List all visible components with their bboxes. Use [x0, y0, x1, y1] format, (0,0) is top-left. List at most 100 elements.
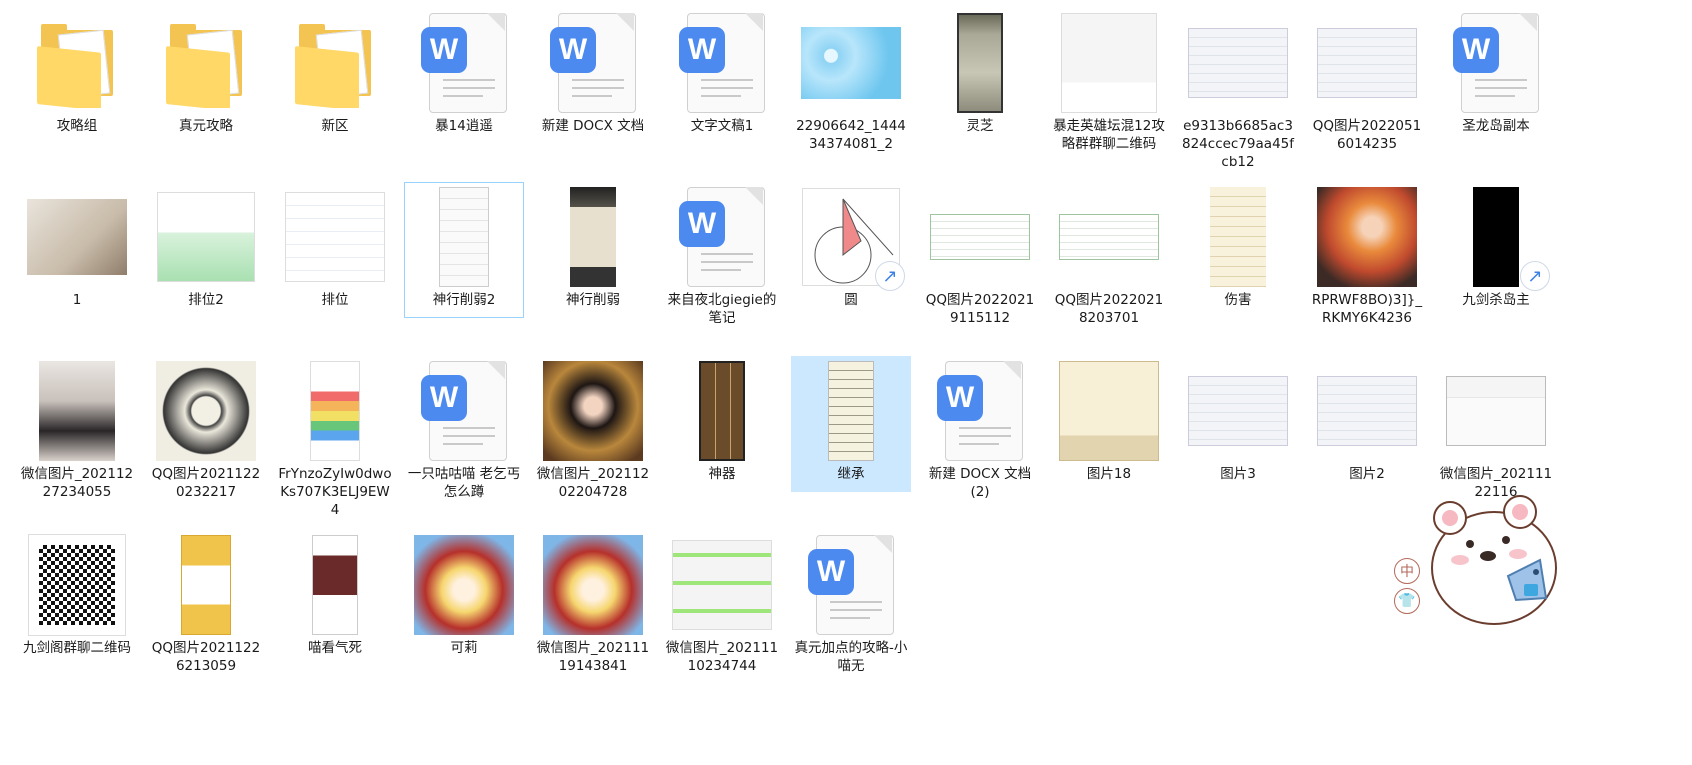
- image-file-item[interactable]: 微信图片_20211119143841: [533, 530, 653, 678]
- file-name-label: 微信图片_20211202204728: [536, 466, 650, 500]
- image-thumbnail: [439, 187, 489, 287]
- wps-document-icon: W: [679, 187, 765, 287]
- image-file-item[interactable]: QQ图片20220219115112: [920, 182, 1040, 330]
- image-thumbnail: [312, 535, 358, 635]
- image-file-item[interactable]: 继承: [791, 356, 911, 492]
- file-name-label: e9313b6685ac3824ccec79aa45fcb12: [1182, 118, 1294, 170]
- image-file-item[interactable]: 伤害: [1178, 182, 1298, 312]
- document-file-item[interactable]: W 新建 DOCX 文档: [533, 8, 653, 138]
- image-file-item[interactable]: RPRWF8BO)3]}_RKMY6K4236: [1307, 182, 1427, 330]
- image-thumbnail: [1317, 376, 1417, 446]
- image-file-item[interactable]: 神行削弱2: [404, 182, 524, 318]
- image-thumbnail: [1210, 187, 1266, 287]
- folder-icon: [166, 18, 246, 108]
- image-thumbnail: [414, 535, 514, 635]
- image-file-item[interactable]: 排位: [275, 182, 395, 312]
- ime-mascot-sticker[interactable]: 中 👕: [1390, 480, 1570, 630]
- image-file-item[interactable]: QQ图片20211226213059: [146, 530, 266, 678]
- image-file-item[interactable]: QQ图片20220516014235: [1307, 8, 1427, 156]
- image-file-item[interactable]: 1: [17, 182, 137, 312]
- document-file-item[interactable]: W 暴14逍遥: [404, 8, 524, 138]
- image-file-item[interactable]: ↗ 圆: [791, 182, 911, 312]
- file-name-label: 暴走英雄坛混12攻略群群聊二维码: [1053, 118, 1165, 152]
- shortcut-arrow-icon: ↗: [1520, 261, 1550, 291]
- file-name-label: 新区: [321, 118, 349, 134]
- ime-skin-button[interactable]: 👕: [1394, 588, 1420, 614]
- file-name-label: 真元加点的攻略-小喵无: [794, 640, 908, 674]
- file-name-label: 来自夜北giegie的笔记: [667, 292, 777, 326]
- file-name-label: 灵芝: [966, 118, 994, 134]
- folder-item[interactable]: 真元攻略: [146, 8, 266, 138]
- image-thumbnail: [156, 361, 256, 461]
- image-file-item[interactable]: 微信图片_20211227234055: [17, 356, 137, 504]
- file-name-label: 排位: [321, 292, 349, 308]
- file-name-label: 神行削弱2: [432, 292, 496, 308]
- image-thumbnail: [699, 361, 745, 461]
- image-thumbnail: [1059, 361, 1159, 461]
- image-file-item[interactable]: 可莉: [404, 530, 524, 660]
- file-name-label: 图片18: [1086, 466, 1132, 482]
- image-thumbnail: [930, 214, 1030, 260]
- folder-icon: [295, 18, 375, 108]
- image-file-item[interactable]: 22906642_144434374081_2: [791, 8, 911, 156]
- image-file-item[interactable]: 神器: [662, 356, 782, 486]
- image-file-item[interactable]: 排位2: [146, 182, 266, 312]
- image-file-item[interactable]: 图片18: [1049, 356, 1169, 486]
- file-name-label: 微信图片_20211110234744: [665, 640, 779, 674]
- file-name-label: 圣龙岛副本: [1462, 118, 1530, 134]
- image-file-item[interactable]: QQ图片20220218203701: [1049, 182, 1169, 330]
- file-name-label: 神器: [708, 466, 736, 482]
- image-file-item[interactable]: ↗ 九剑杀岛主: [1436, 182, 1556, 312]
- document-file-item[interactable]: W 来自夜北giegie的笔记: [662, 182, 782, 330]
- file-name-label: QQ图片20211220232217: [151, 466, 261, 500]
- image-file-item[interactable]: 微信图片_20211110234744: [662, 530, 782, 678]
- file-name-label: 伤害: [1224, 292, 1252, 308]
- file-name-label: QQ图片20220218203701: [1054, 292, 1164, 326]
- folder-item[interactable]: 攻略组: [17, 8, 137, 138]
- document-file-item[interactable]: W 一只咕咕喵 老乞丐怎么蹲: [404, 356, 524, 504]
- ime-mode-button[interactable]: 中: [1394, 558, 1420, 584]
- image-file-item[interactable]: FrYnzoZyIw0dwoKs707K3ELJ9EW4: [275, 356, 395, 522]
- shirt-icon: 👕: [1398, 593, 1416, 609]
- image-file-item[interactable]: 喵看气死: [275, 530, 395, 660]
- file-name-label: 真元攻略: [179, 118, 233, 134]
- document-file-item[interactable]: W 文字文稿1: [662, 8, 782, 138]
- image-thumbnail: [310, 361, 360, 461]
- file-name-label: 继承: [837, 466, 865, 482]
- image-thumbnail: [1061, 13, 1157, 113]
- image-thumbnail: [157, 192, 255, 282]
- image-file-item[interactable]: 九剑阁群聊二维码: [17, 530, 137, 660]
- document-file-item[interactable]: W 圣龙岛副本: [1436, 8, 1556, 138]
- image-thumbnail: [543, 361, 643, 461]
- file-name-label: 新建 DOCX 文档 (2): [928, 466, 1032, 500]
- image-thumbnail: [1059, 214, 1159, 260]
- image-file-item[interactable]: 暴走英雄坛混12攻略群群聊二维码: [1049, 8, 1169, 156]
- file-name-label: 文字文稿1: [690, 118, 754, 134]
- image-file-item[interactable]: e9313b6685ac3824ccec79aa45fcb12: [1178, 8, 1298, 174]
- image-file-item[interactable]: 图片2: [1307, 356, 1427, 486]
- document-file-item[interactable]: W 新建 DOCX 文档 (2): [920, 356, 1040, 504]
- file-name-label: 九剑杀岛主: [1462, 292, 1530, 308]
- image-file-item[interactable]: 微信图片_20211202204728: [533, 356, 653, 504]
- image-thumbnail: [801, 27, 901, 99]
- file-name-label: QQ图片20211226213059: [151, 640, 261, 674]
- wps-document-icon: W: [421, 13, 507, 113]
- image-file-item[interactable]: 灵芝: [920, 8, 1040, 138]
- file-name-label: 喵看气死: [308, 640, 362, 656]
- file-name-label: 图片3: [1220, 466, 1256, 482]
- file-grid: 攻略组 真元攻略 新区 W 暴14逍遥 W 新建 DOCX 文档 W 文字文稿1 22906642…: [0, 0, 1692, 765]
- wps-document-icon: W: [550, 13, 636, 113]
- file-name-label: RPRWF8BO)3]}_RKMY6K4236: [1311, 292, 1423, 326]
- file-name-label: FrYnzoZyIw0dwoKs707K3ELJ9EW4: [278, 466, 392, 518]
- image-file-item[interactable]: 神行削弱: [533, 182, 653, 312]
- image-thumbnail: [1317, 28, 1417, 98]
- image-file-item[interactable]: QQ图片20211220232217: [146, 356, 266, 504]
- file-name-label: 神行削弱: [566, 292, 620, 308]
- document-file-item[interactable]: W 真元加点的攻略-小喵无: [791, 530, 911, 678]
- image-thumbnail: [1473, 187, 1519, 287]
- folder-icon: [37, 18, 117, 108]
- folder-item[interactable]: 新区: [275, 8, 395, 138]
- image-thumbnail: [181, 535, 231, 635]
- image-file-item[interactable]: 图片3: [1178, 356, 1298, 486]
- file-name-label: QQ图片20220219115112: [925, 292, 1035, 326]
